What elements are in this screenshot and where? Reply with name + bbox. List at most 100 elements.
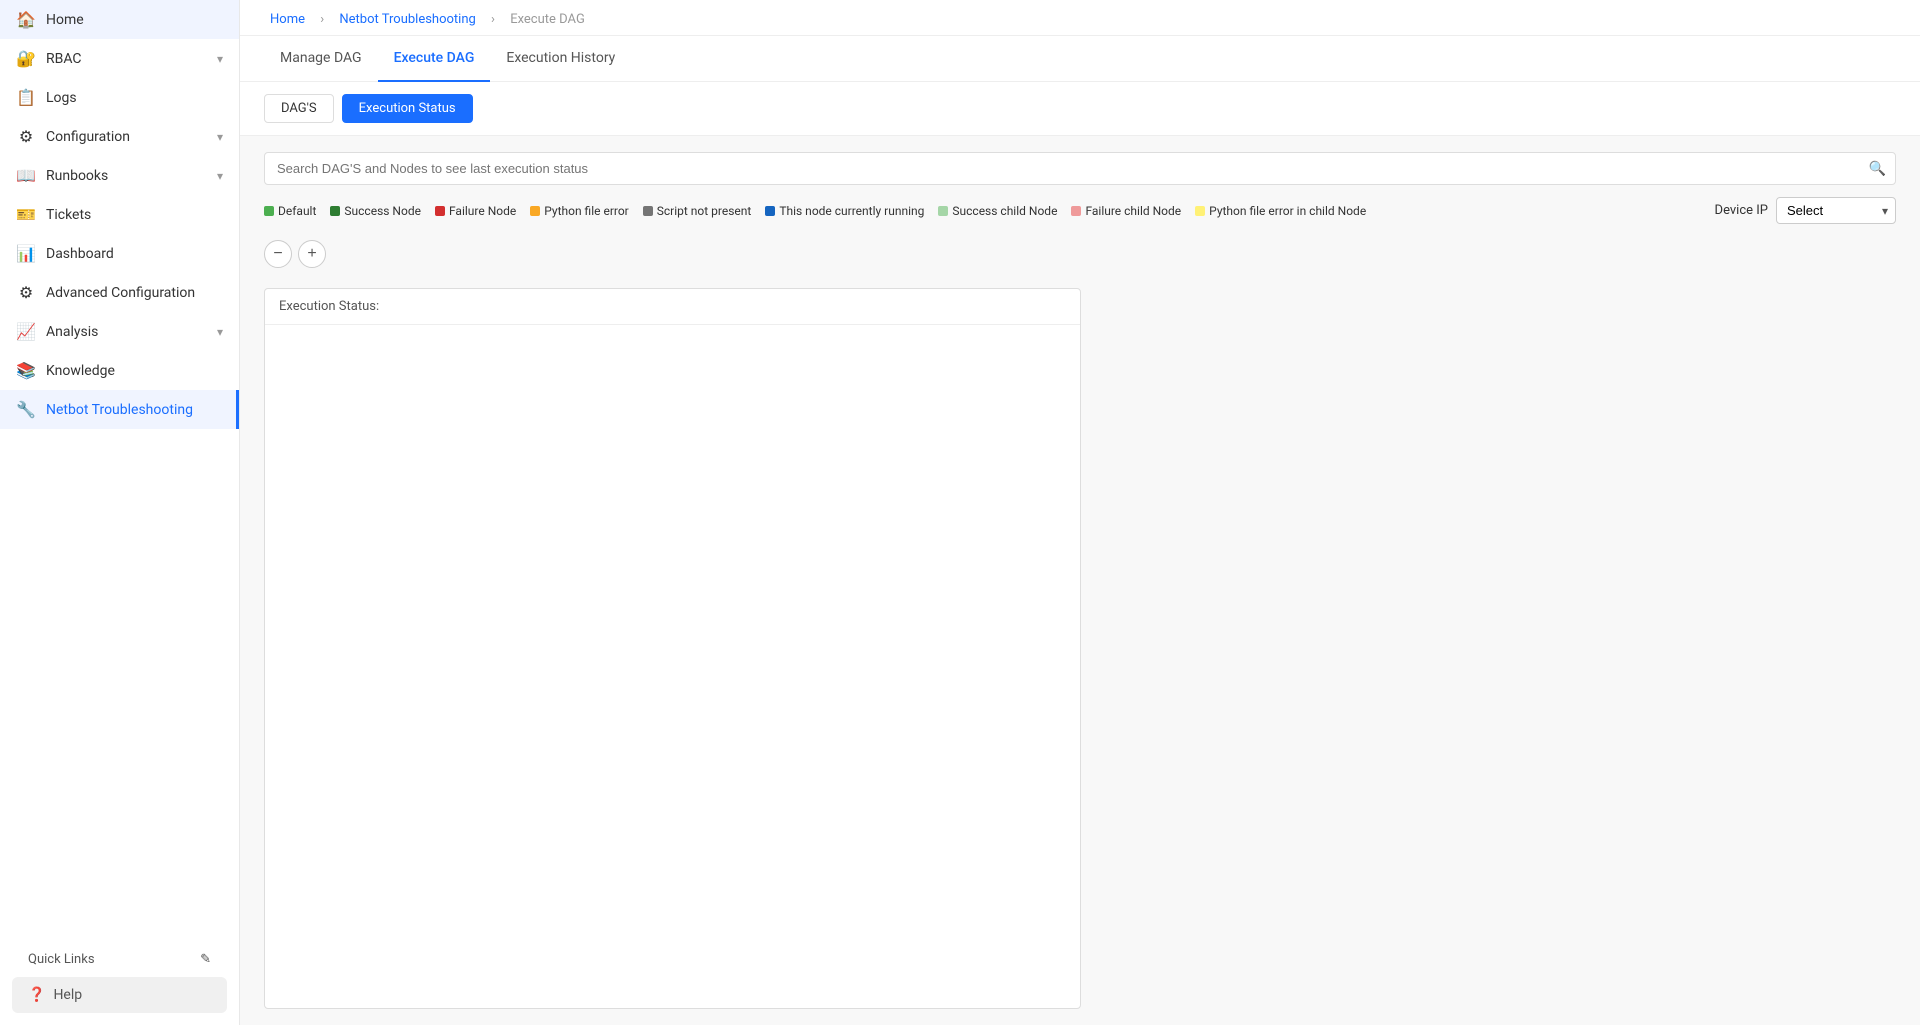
legend-dot-python-file-error	[530, 206, 540, 216]
sidebar-icon-netbot-troubleshooting: 🔧	[16, 400, 36, 419]
sidebar-label-knowledge: Knowledge	[46, 363, 115, 379]
zoom-controls: − +	[264, 236, 1896, 276]
legend-item-script-not-present: Script not present	[643, 204, 752, 218]
legend-label-failure-node: Failure Node	[449, 204, 516, 218]
execution-panel: Execution Status:	[264, 288, 1081, 1009]
sidebar-label-runbooks: Runbooks	[46, 168, 108, 184]
legend-label-currently-running: This node currently running	[779, 204, 924, 218]
content-area: 🔍 Default Success Node Failure Node Pyth…	[240, 136, 1920, 1025]
legend-dot-python-error-child	[1195, 206, 1205, 216]
device-ip-select-wrap: Select	[1776, 197, 1896, 224]
sidebar-label-home: Home	[46, 12, 84, 28]
sidebar-icon-dashboard: 📊	[16, 244, 36, 263]
sidebar-bottom: Quick Links ✎ ❓ Help	[0, 930, 239, 1025]
legend-item-default: Default	[264, 204, 316, 218]
breadcrumb-home[interactable]: Home	[270, 12, 305, 27]
quick-links-label: Quick Links	[28, 952, 95, 967]
sidebar-label-analysis: Analysis	[46, 324, 98, 340]
sidebar-item-rbac[interactable]: 🔐 RBAC ▾	[0, 39, 239, 78]
sidebar-icon-home: 🏠	[16, 10, 36, 29]
sidebar-item-home[interactable]: 🏠 Home	[0, 0, 239, 39]
help-button[interactable]: ❓ Help	[12, 977, 227, 1013]
tab-execution-history[interactable]: Execution History	[490, 36, 631, 82]
legend-item-python-file-error: Python file error	[530, 204, 629, 218]
sidebar-item-tickets[interactable]: 🎫 Tickets	[0, 195, 239, 234]
breadcrumb: Home › Netbot Troubleshooting › Execute …	[240, 0, 1920, 36]
device-ip-control: Device IP Select	[1715, 197, 1896, 224]
legend-label-success-node: Success Node	[344, 204, 421, 218]
sidebar-item-analysis[interactable]: 📈 Analysis ▾	[0, 312, 239, 351]
quick-links-section: Quick Links ✎	[12, 942, 227, 977]
legend-label-default: Default	[278, 204, 316, 218]
sidebar-item-knowledge[interactable]: 📚 Knowledge	[0, 351, 239, 390]
sidebar-label-rbac: RBAC	[46, 51, 82, 67]
sidebar-icon-knowledge: 📚	[16, 361, 36, 380]
right-panel	[1081, 288, 1896, 1009]
legend-dot-success-node	[330, 206, 340, 216]
sidebar-label-advanced-configuration: Advanced Configuration	[46, 285, 195, 301]
sidebar-label-configuration: Configuration	[46, 129, 130, 145]
sidebar-label-logs: Logs	[46, 90, 77, 106]
tab-execute-dag[interactable]: Execute DAG	[378, 36, 491, 82]
sub-tabs: DAG'S Execution Status	[240, 82, 1920, 136]
legend-item-python-error-child: Python file error in child Node	[1195, 204, 1366, 218]
legend-dot-failure-node	[435, 206, 445, 216]
legend-dot-failure-child-node	[1071, 206, 1081, 216]
legend-label-script-not-present: Script not present	[657, 204, 752, 218]
chevron-icon-rbac: ▾	[217, 52, 223, 66]
legend-item-success-child-node: Success child Node	[938, 204, 1057, 218]
legend-label-success-child-node: Success child Node	[952, 204, 1057, 218]
breadcrumb-sep-2: ›	[491, 12, 495, 27]
chevron-icon-configuration: ▾	[217, 130, 223, 144]
tab-manage-dag[interactable]: Manage DAG	[264, 36, 378, 82]
sidebar-icon-advanced-configuration: ⚙	[16, 283, 36, 302]
sidebar-icon-runbooks: 📖	[16, 166, 36, 185]
sidebar-icon-logs: 📋	[16, 88, 36, 107]
legend-label-python-error-child: Python file error in child Node	[1209, 204, 1366, 218]
sidebar-label-netbot-troubleshooting: Netbot Troubleshooting	[46, 402, 193, 418]
legend: Default Success Node Failure Node Python…	[264, 204, 1366, 218]
legend-label-failure-child-node: Failure child Node	[1085, 204, 1181, 218]
device-ip-select[interactable]: Select	[1776, 197, 1896, 224]
chevron-icon-runbooks: ▾	[217, 169, 223, 183]
search-icon[interactable]: 🔍	[1869, 161, 1886, 177]
legend-item-failure-child-node: Failure child Node	[1071, 204, 1181, 218]
main-content: Home › Netbot Troubleshooting › Execute …	[240, 0, 1920, 1025]
help-icon: ❓	[28, 987, 45, 1003]
legend-dot-currently-running	[765, 206, 775, 216]
search-input[interactable]	[264, 152, 1896, 185]
sidebar-icon-rbac: 🔐	[16, 49, 36, 68]
zoom-out-button[interactable]: −	[264, 240, 292, 268]
help-label: Help	[53, 987, 82, 1003]
sidebar-icon-analysis: 📈	[16, 322, 36, 341]
sub-tab-execution-status[interactable]: Execution Status	[342, 94, 473, 123]
sidebar-label-dashboard: Dashboard	[46, 246, 114, 262]
sidebar-item-advanced-configuration[interactable]: ⚙ Advanced Configuration	[0, 273, 239, 312]
edit-quick-links-icon[interactable]: ✎	[200, 952, 211, 967]
legend-item-success-node: Success Node	[330, 204, 421, 218]
legend-dot-default	[264, 206, 274, 216]
legend-dot-success-child-node	[938, 206, 948, 216]
sidebar-label-tickets: Tickets	[46, 207, 91, 223]
sub-tab-dags[interactable]: DAG'S	[264, 94, 334, 123]
breadcrumb-current: Execute DAG	[510, 12, 585, 27]
sidebar-item-runbooks[interactable]: 📖 Runbooks ▾	[0, 156, 239, 195]
sidebar-item-dashboard[interactable]: 📊 Dashboard	[0, 234, 239, 273]
sidebar: 🏠 Home 🔐 RBAC ▾ 📋 Logs ⚙ Configuration ▾…	[0, 0, 240, 1025]
chevron-icon-analysis: ▾	[217, 325, 223, 339]
sidebar-item-netbot-troubleshooting[interactable]: 🔧 Netbot Troubleshooting	[0, 390, 239, 429]
zoom-in-button[interactable]: +	[298, 240, 326, 268]
legend-dot-script-not-present	[643, 206, 653, 216]
sidebar-item-configuration[interactable]: ⚙ Configuration ▾	[0, 117, 239, 156]
main-tabs: Manage DAG Execute DAG Execution History	[240, 36, 1920, 82]
execution-panel-header: Execution Status:	[265, 289, 1080, 325]
search-bar-wrapper: 🔍	[264, 152, 1896, 185]
legend-label-python-file-error: Python file error	[544, 204, 629, 218]
breadcrumb-netbot[interactable]: Netbot Troubleshooting	[339, 12, 475, 27]
legend-item-failure-node: Failure Node	[435, 204, 516, 218]
device-ip-label: Device IP	[1715, 203, 1768, 218]
breadcrumb-sep-1: ›	[320, 12, 324, 27]
legend-item-currently-running: This node currently running	[765, 204, 924, 218]
execution-area: Execution Status:	[264, 288, 1896, 1009]
sidebar-item-logs[interactable]: 📋 Logs	[0, 78, 239, 117]
